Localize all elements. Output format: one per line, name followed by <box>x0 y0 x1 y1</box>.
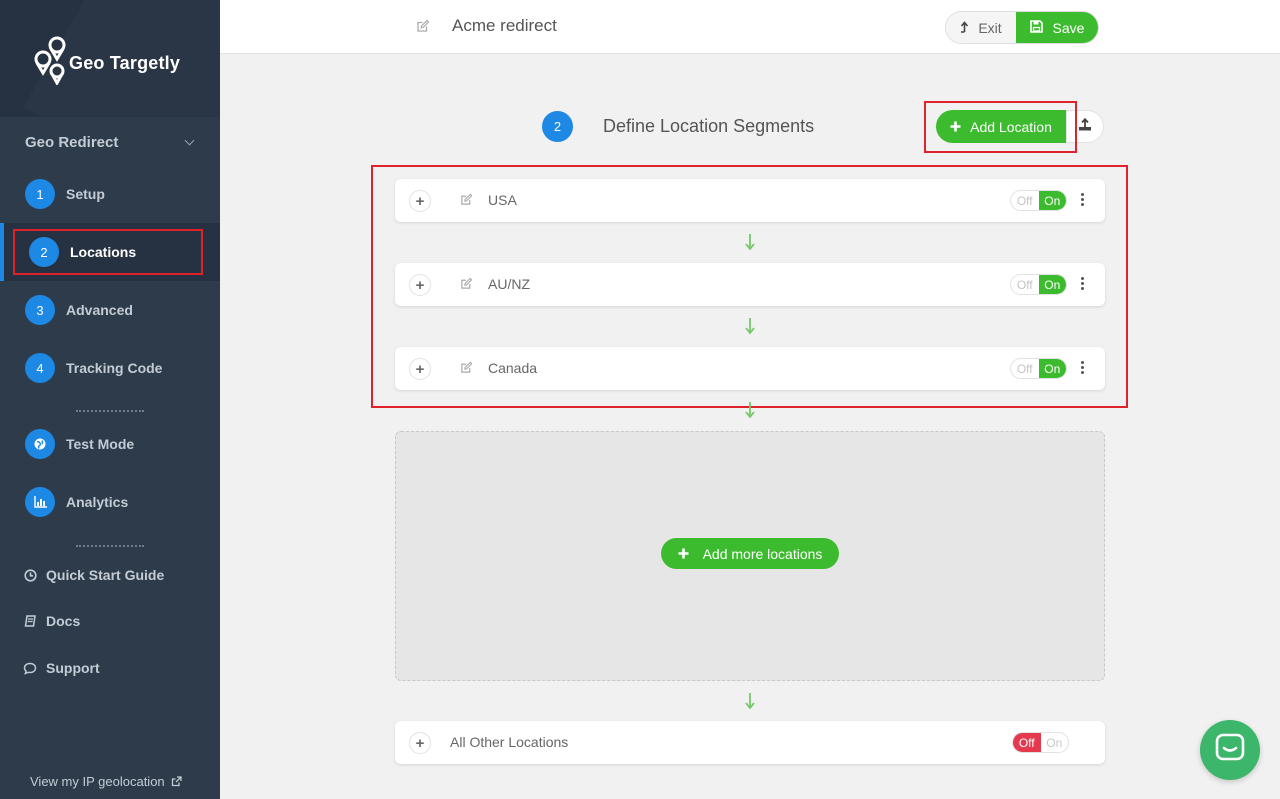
sidebar-step-tracking-code[interactable]: 4 Tracking Code <box>0 339 220 397</box>
external-link-icon <box>171 776 182 787</box>
location-name: Canada <box>488 360 538 376</box>
sidebar-step-locations[interactable]: 2 Locations <box>0 223 220 281</box>
plus-icon <box>950 119 961 135</box>
sidebar-step-setup[interactable]: 1 Setup <box>0 165 220 223</box>
add-location-button[interactable]: Add Location <box>936 110 1066 143</box>
add-location-label: Add Location <box>970 118 1052 135</box>
location-row: + USA Off On <box>395 179 1105 222</box>
location-name: USA <box>488 192 517 208</box>
edit-icon[interactable] <box>460 193 473 206</box>
step-number: 2 <box>29 237 59 267</box>
all-other-locations-row: + All Other Locations Off On <box>395 721 1105 764</box>
expand-button[interactable]: + <box>409 190 431 212</box>
on-off-toggle[interactable]: Off On <box>1012 732 1069 753</box>
toggle-off[interactable]: Off <box>1011 191 1039 210</box>
chat-bubble-icon <box>22 662 38 675</box>
section-step-number: 2 <box>542 111 573 142</box>
step-number: 3 <box>25 295 55 325</box>
toggle-on[interactable]: On <box>1041 733 1069 752</box>
down-arrow-icon <box>745 693 755 709</box>
toggle-off[interactable]: Off <box>1013 733 1041 752</box>
save-button[interactable]: Save <box>1016 12 1098 43</box>
down-arrow-icon <box>745 318 755 334</box>
sidebar-link-quick-start[interactable]: Quick Start Guide <box>22 567 164 583</box>
toggle-on[interactable]: On <box>1038 275 1066 294</box>
view-ip-geolocation-link[interactable]: View my IP geolocation <box>30 774 182 789</box>
save-label: Save <box>1052 19 1085 36</box>
upload-icon <box>1078 117 1092 136</box>
docs-label: Docs <box>46 613 81 629</box>
add-more-locations-button[interactable]: Add more locations <box>661 538 839 569</box>
ip-link-label: View my IP geolocation <box>30 774 165 789</box>
expand-button[interactable]: + <box>409 274 431 296</box>
sidebar-step-advanced[interactable]: 3 Advanced <box>0 281 220 339</box>
down-arrow-icon <box>745 234 755 250</box>
edit-icon[interactable] <box>460 361 473 374</box>
location-name: All Other Locations <box>450 734 569 750</box>
location-pins-logo-icon <box>34 36 66 85</box>
floppy-disk-icon <box>1029 19 1043 36</box>
edit-icon[interactable] <box>416 19 430 33</box>
on-off-toggle[interactable]: Off On <box>1010 274 1067 295</box>
exit-save-group: Exit Save <box>945 11 1099 44</box>
sidebar-link-docs[interactable]: Docs <box>22 613 80 629</box>
location-row: + Canada Off On <box>395 347 1105 390</box>
step-number: 1 <box>25 179 55 209</box>
quick-start-label: Quick Start Guide <box>46 567 165 583</box>
clock-icon <box>22 568 38 582</box>
down-arrow-icon <box>745 402 755 418</box>
add-more-label: Add more locations <box>702 545 823 562</box>
divider <box>76 410 144 412</box>
bar-chart-icon <box>25 487 55 517</box>
toggle-off[interactable]: Off <box>1011 275 1039 294</box>
expand-button[interactable]: + <box>409 358 431 380</box>
upload-button[interactable] <box>1066 110 1104 143</box>
location-name: AU/NZ <box>488 276 530 292</box>
toggle-on[interactable]: On <box>1038 191 1066 210</box>
edit-icon[interactable] <box>460 277 473 290</box>
sidebar-test-mode[interactable]: Test Mode <box>0 415 220 473</box>
more-options-icon[interactable] <box>1079 193 1085 206</box>
sidebar-link-support[interactable]: Support <box>22 660 100 676</box>
top-bar: Acme redirect Exit Save <box>220 0 1280 54</box>
step-number: 4 <box>25 353 55 383</box>
expand-button[interactable]: + <box>409 732 431 754</box>
exit-button[interactable]: Exit <box>946 12 1016 43</box>
on-off-toggle[interactable]: Off On <box>1010 190 1067 211</box>
geo-redirect-label: Geo Redirect <box>25 134 119 151</box>
chevron-down-icon <box>184 135 195 146</box>
chat-widget-button[interactable] <box>1200 720 1260 780</box>
chat-icon <box>1215 733 1245 768</box>
toggle-on[interactable]: On <box>1038 359 1066 378</box>
more-options-icon[interactable] <box>1079 361 1085 374</box>
step-label: Advanced <box>66 302 133 318</box>
book-icon <box>22 614 38 628</box>
step-label: Locations <box>70 244 137 260</box>
more-options-icon[interactable] <box>1079 277 1085 290</box>
analytics-label: Analytics <box>66 494 129 510</box>
step-label: Tracking Code <box>66 360 163 376</box>
exit-arrow-icon <box>960 20 969 36</box>
sidebar-analytics[interactable]: Analytics <box>0 473 220 531</box>
step-label: Setup <box>66 186 105 202</box>
globe-icon <box>25 429 55 459</box>
sidebar: Geo Targetly Geo Redirect 1 Setup 2 Loca… <box>0 0 220 799</box>
on-off-toggle[interactable]: Off On <box>1010 358 1067 379</box>
brand-name: Geo Targetly <box>69 52 181 73</box>
location-row: + AU/NZ Off On <box>395 263 1105 306</box>
toggle-off[interactable]: Off <box>1011 359 1039 378</box>
test-mode-label: Test Mode <box>66 436 135 452</box>
plus-icon <box>678 546 689 562</box>
section-title: Define Location Segments <box>603 116 815 136</box>
divider <box>76 545 144 547</box>
support-label: Support <box>46 660 100 676</box>
geo-redirect-menu[interactable]: Geo Redirect <box>25 134 195 151</box>
redirect-title[interactable]: Acme redirect <box>452 16 557 36</box>
brand-logo[interactable]: Geo Targetly <box>33 33 180 85</box>
exit-label: Exit <box>978 19 1002 36</box>
logo-area: Geo Targetly <box>0 0 220 117</box>
